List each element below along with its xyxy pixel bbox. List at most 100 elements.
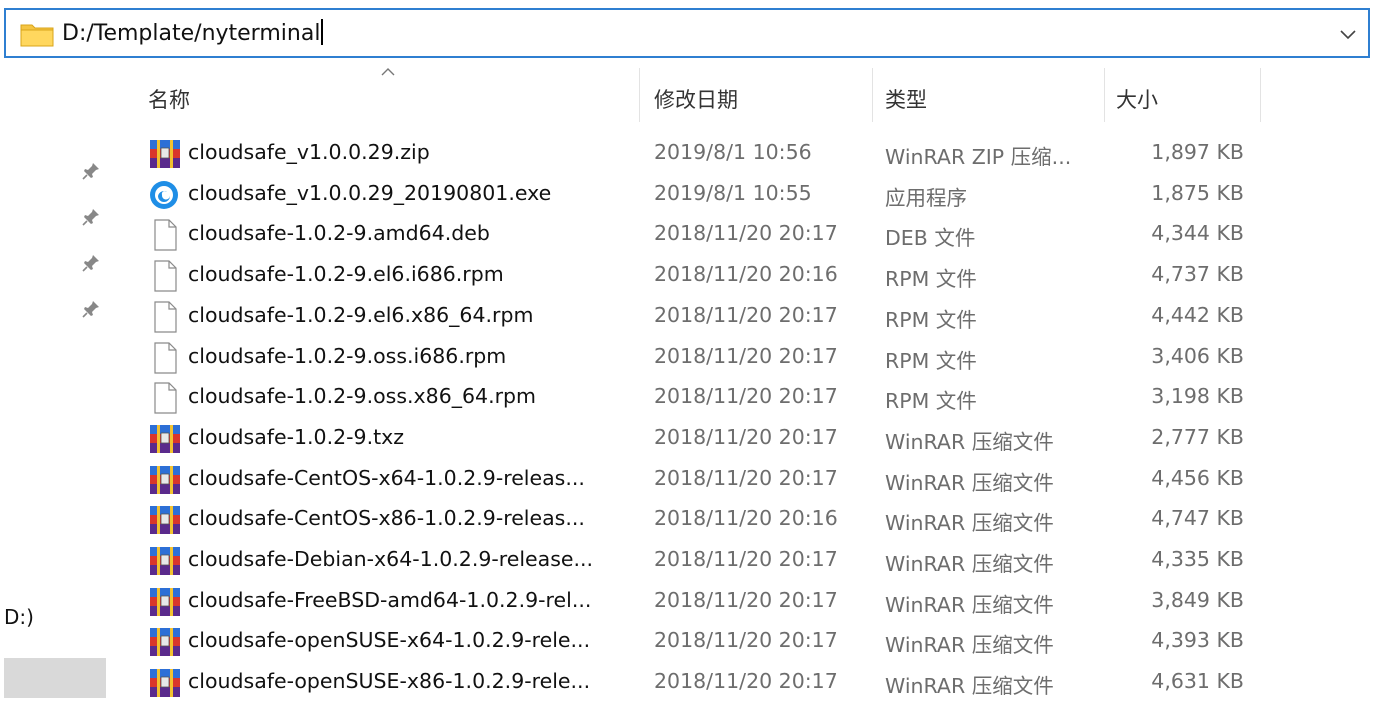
nav-item-selected[interactable] [4, 658, 106, 698]
file-date: 2018/11/20 20:17 [654, 302, 838, 327]
blank-file-icon [148, 382, 182, 414]
file-size: 4,747 KB [1151, 506, 1244, 531]
file-size: 4,393 KB [1151, 628, 1244, 653]
file-name: cloudsafe-openSUSE-x64-1.0.2.9-rele... [188, 628, 591, 653]
file-row[interactable]: cloudsafe-CentOS-x86-1.0.2.9-releas... 20… [112, 500, 1272, 540]
file-type: RPM 文件 [885, 389, 977, 414]
blank-file-icon [148, 219, 182, 251]
file-type: WinRAR 压缩文件 [885, 470, 1054, 495]
file-name: cloudsafe-CentOS-x86-1.0.2.9-releas... [188, 506, 585, 531]
blank-file-icon [148, 301, 182, 333]
file-type: WinRAR 压缩文件 [885, 511, 1054, 536]
folder-icon [20, 24, 54, 47]
file-name: cloudsafe-openSUSE-x86-1.0.2.9-rele... [188, 669, 591, 694]
file-name: cloudsafe-1.0.2-9.el6.x86_64.rpm [188, 302, 534, 327]
file-size: 1,897 KB [1151, 140, 1244, 164]
file-size: 4,442 KB [1151, 302, 1244, 327]
file-row[interactable]: cloudsafe-openSUSE-x86-1.0.2.9-rele... 20… [112, 663, 1272, 703]
file-row[interactable]: cloudsafe-Debian-x64-1.0.2.9-release... 2… [112, 541, 1272, 581]
file-row[interactable]: cloudsafe-CentOS-x64-1.0.2.9-releas... 20… [112, 460, 1272, 500]
file-row[interactable]: cloudsafe_v1.0.0.29_20190801.exe 2019/8/1… [112, 175, 1272, 215]
file-size: 3,849 KB [1151, 587, 1244, 612]
file-size: 3,198 KB [1151, 384, 1244, 409]
file-size: 4,335 KB [1151, 547, 1244, 571]
address-bar[interactable]: D:/Template/nyterminal [4, 8, 1370, 58]
file-date: 2019/8/1 10:56 [654, 140, 812, 164]
file-row[interactable]: cloudsafe-1.0.2-9.oss.x86_64.rpm 2018/11/… [112, 378, 1272, 418]
file-size: 1,875 KB [1151, 180, 1244, 205]
file-date: 2018/11/20 20:17 [654, 465, 838, 490]
file-type: RPM 文件 [885, 267, 977, 292]
winrar-archive-icon [148, 464, 182, 496]
pin-icon[interactable] [80, 298, 102, 320]
file-row[interactable]: cloudsafe-1.0.2-9.txz 2018/11/20 20:17 Win… [112, 419, 1272, 459]
file-size: 4,456 KB [1151, 465, 1244, 490]
winrar-archive-icon [148, 667, 182, 699]
pin-icon[interactable] [80, 252, 102, 274]
app-exe-icon [148, 179, 182, 211]
file-date: 2018/11/20 20:17 [654, 669, 838, 694]
file-date: 2018/11/20 20:17 [654, 221, 838, 246]
blank-file-icon [148, 341, 182, 374]
pin-icon[interactable] [80, 160, 102, 182]
winrar-archive-icon [148, 586, 182, 618]
file-size: 4,631 KB [1151, 669, 1244, 694]
file-name: cloudsafe_v1.0.0.29_20190801.exe [188, 180, 552, 205]
file-name: cloudsafe-1.0.2-9.oss.i686.rpm [188, 343, 507, 368]
file-type: WinRAR 压缩文件 [885, 633, 1054, 658]
file-row[interactable]: cloudsafe-1.0.2-9.el6.i686.rpm 2018/11/20… [112, 256, 1272, 296]
winrar-archive-icon [148, 423, 182, 455]
sort-ascending-icon [381, 68, 395, 76]
column-header-name[interactable]: 名称 [148, 84, 190, 114]
file-name: cloudsafe-1.0.2-9.amd64.deb [188, 221, 490, 246]
file-name: cloudsafe-FreeBSD-amd64-1.0.2.9-rel... [188, 587, 592, 612]
file-date: 2018/11/20 20:16 [654, 506, 838, 531]
column-header-type[interactable]: 类型 [885, 84, 927, 114]
file-date: 2018/11/20 20:16 [654, 262, 838, 287]
file-size: 3,406 KB [1151, 343, 1244, 368]
file-row[interactable]: cloudsafe-FreeBSD-amd64-1.0.2.9-rel... 20… [112, 582, 1272, 622]
file-size: 4,344 KB [1151, 221, 1244, 246]
column-divider[interactable] [872, 68, 873, 122]
file-date: 2018/11/20 20:17 [654, 547, 838, 571]
text-caret [321, 19, 324, 45]
file-row[interactable]: cloudsafe-openSUSE-x64-1.0.2.9-rele... 20… [112, 622, 1272, 662]
column-header-size[interactable]: 大小 [1116, 84, 1158, 114]
file-date: 2018/11/20 20:17 [654, 343, 838, 368]
column-header-row: 名称 修改日期 类型 大小 [112, 66, 1272, 124]
file-type: RPM 文件 [885, 348, 977, 373]
file-name: cloudsafe-Debian-x64-1.0.2.9-release... [188, 547, 594, 571]
file-type: 应用程序 [885, 185, 967, 210]
file-name: cloudsafe-1.0.2-9.txz [188, 424, 405, 449]
winrar-archive-icon [148, 138, 182, 170]
file-date: 2018/11/20 20:17 [654, 424, 838, 449]
blank-file-icon [148, 260, 182, 292]
file-type: WinRAR 压缩文件 [885, 592, 1054, 617]
file-name: cloudsafe-1.0.2-9.oss.x86_64.rpm [188, 384, 536, 409]
file-row[interactable]: cloudsafe-1.0.2-9.oss.i686.rpm 2018/11/20… [112, 338, 1272, 378]
file-name: cloudsafe_v1.0.0.29.zip [188, 140, 430, 164]
address-path[interactable]: D:/Template/nyterminal [62, 19, 324, 48]
chevron-down-icon[interactable] [1336, 22, 1360, 46]
winrar-archive-icon [148, 545, 182, 577]
column-divider[interactable] [1260, 68, 1261, 122]
nav-item-drive-d[interactable]: D:) [4, 605, 34, 629]
file-type: WinRAR ZIP 压缩... [885, 145, 1072, 169]
winrar-archive-icon [148, 504, 182, 536]
file-date: 2018/11/20 20:17 [654, 384, 838, 409]
winrar-archive-icon [148, 626, 182, 658]
file-name: cloudsafe-1.0.2-9.el6.i686.rpm [188, 262, 504, 287]
file-date: 2019/8/1 10:55 [654, 180, 812, 205]
file-type: WinRAR 压缩文件 [885, 429, 1054, 454]
file-type: WinRAR 压缩文件 [885, 552, 1054, 576]
file-row[interactable]: cloudsafe-1.0.2-9.el6.x86_64.rpm 2018/11/… [112, 297, 1272, 337]
column-divider[interactable] [639, 68, 640, 122]
file-row[interactable]: cloudsafe_v1.0.0.29.zip 2019/8/1 10:56 Win… [112, 134, 1272, 174]
navigation-pane: D:) [0, 60, 112, 698]
column-header-date[interactable]: 修改日期 [654, 84, 738, 114]
file-date: 2018/11/20 20:17 [654, 628, 838, 653]
file-type: DEB 文件 [885, 226, 976, 251]
pin-icon[interactable] [80, 206, 102, 228]
file-row[interactable]: cloudsafe-1.0.2-9.amd64.deb 2018/11/20 20… [112, 215, 1272, 255]
column-divider[interactable] [1104, 68, 1105, 122]
